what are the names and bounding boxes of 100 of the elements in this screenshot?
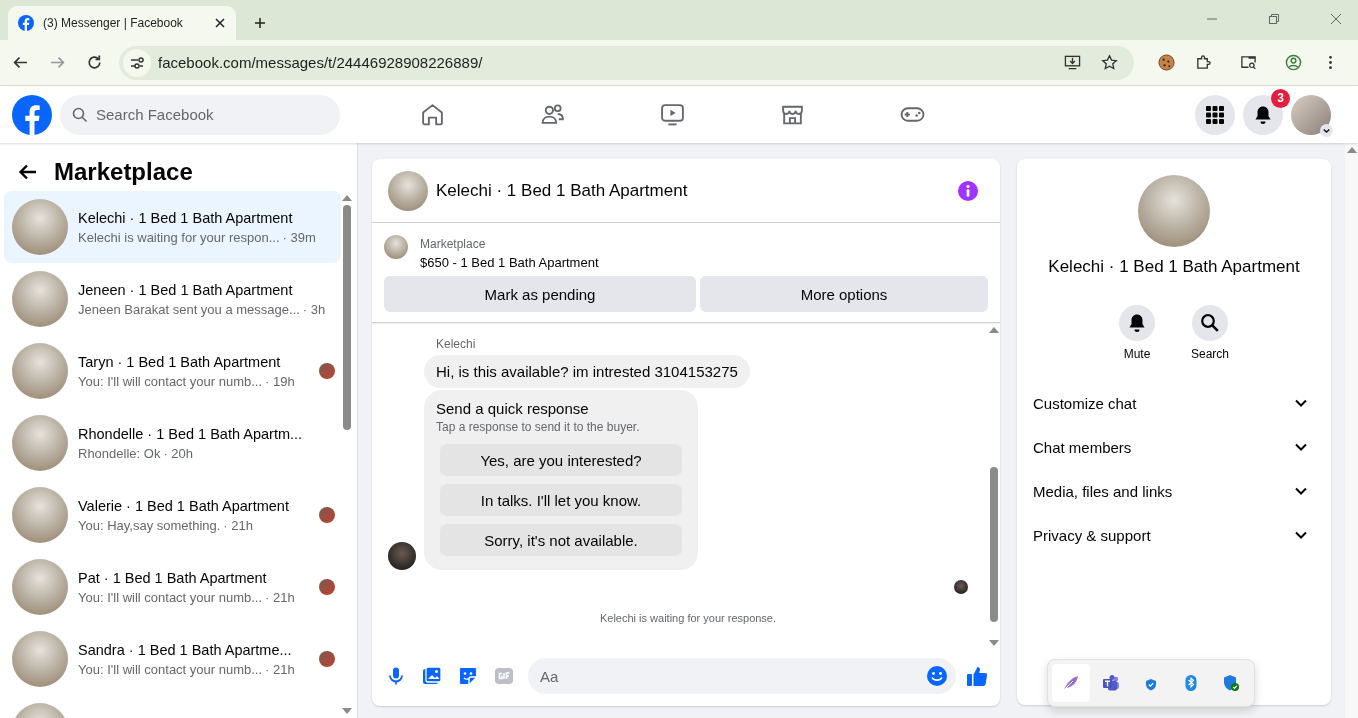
section-header[interactable]: Chat members [1025,425,1323,469]
timestamp: · 3h [302,301,326,317]
cookie-icon[interactable] [1158,54,1175,71]
teams-icon[interactable] [1102,674,1120,692]
feather-icon[interactable] [1062,674,1080,692]
forward-icon[interactable] [49,54,66,71]
home-icon[interactable] [420,102,445,127]
scrollbar[interactable] [1345,143,1358,718]
thumbs-up-icon[interactable] [966,665,988,687]
install-app-icon[interactable] [1064,54,1081,71]
search-icon [72,106,88,123]
notification-badge: 3 [1271,88,1290,108]
timestamp: · 20h [163,445,194,461]
avatar [12,343,68,399]
conversation-item[interactable]: Valerie · 1 Bed 1 Bath Apartment You: Hay,say something. · 21h [4,479,341,551]
conversation-item[interactable]: Taryn · 1 Bed 1 Bath Apartment You: I'll will contact your numb... · 19h [4,335,341,407]
close-icon[interactable] [214,17,226,29]
avatar [12,487,68,543]
action-label: Mute [1123,347,1151,361]
section-header[interactable]: Customize chat [1025,381,1323,425]
browser-tab[interactable]: (3) Messenger | Facebook [8,6,236,40]
message-preview: You: I'll will contact your numb... [78,661,263,677]
listing-button[interactable]: Mark as pending [384,276,696,312]
tab-search-icon[interactable] [1240,54,1257,71]
search-field[interactable]: Search Facebook [60,94,340,135]
profile-icon[interactable] [1285,54,1302,71]
new-tab-icon[interactable] [254,17,266,29]
menu-button[interactable] [1195,94,1235,135]
video-icon[interactable] [660,102,685,127]
status-text: Kelechi is waiting for your response. [598,612,778,624]
restore-icon[interactable] [1268,13,1280,25]
seen-avatar [954,580,968,594]
caret-icon[interactable] [1320,123,1333,137]
bluetooth-icon[interactable] [1182,674,1200,692]
conversation-item[interactable]: Sandra · 1 Bed 1 Bath Apartme... You: I'll will contact your numb... · 21h [4,623,341,695]
section-header[interactable]: Media, files and links [1025,469,1323,513]
back-icon[interactable] [12,54,29,71]
timestamp: · 21h [265,661,295,677]
quick-reply-button[interactable]: In talks. I'll let you know. [440,484,682,516]
sticker-icon[interactable] [458,666,478,686]
reload-icon[interactable] [86,54,103,71]
chat-title: Kelechi · 1 Bed 1 Bath Apartment [436,180,689,201]
search-icon [1200,313,1220,333]
bell-icon [1253,104,1273,125]
quick-reply-button[interactable]: Sorry, it's not available. [440,524,682,556]
sidebar-title: Marketplace [54,158,193,186]
image-icon[interactable] [422,666,442,686]
conversation-title: Valerie · 1 Bed 1 Bath Apartment [78,497,290,514]
notifications-button[interactable] [1243,94,1283,135]
message-preview: You: I'll will contact your numb... [78,589,263,605]
search-button[interactable] [1192,305,1228,341]
conversation-title: Pat · 1 Bed 1 Bath Apartment [78,569,268,586]
timestamp: · 21h [223,517,253,533]
mute-button[interactable] [1119,305,1155,341]
avatar [388,170,428,211]
avatar [12,271,68,327]
sender-name: Kelechi [436,337,477,351]
action-label: Search [1191,347,1229,361]
quick-response-title: Send a quick response [436,400,590,417]
timestamp: · 19h [265,373,295,389]
address-bar[interactable]: facebook.com/messages/t/24446928908226889/ [119,45,1134,80]
site-settings-icon[interactable] [123,48,151,77]
message-preview: Kelechi is waiting for your respon... [78,229,280,245]
section-header[interactable]: Privacy & support [1025,513,1323,557]
avatar [12,199,68,255]
conversation-item[interactable]: Rhondelle · 1 Bed 1 Bath Apartm... Rhondelle: Ok · 20h [4,407,341,479]
conversation-title: Taryn · 1 Bed 1 Bath Apartment [78,353,282,370]
avatar [388,542,416,570]
message-preview: Jeneen Barakat sent you a message... [78,301,300,317]
listing-title[interactable]: $650 - 1 Bed 1 Bath Apartment [420,255,599,270]
avatar [12,415,68,471]
conversation-item[interactable]: Pat · 1 Bed 1 Bath Apartment You: I'll will contact your numb... · 21h [4,551,341,623]
conversation-title: Rhondelle · 1 Bed 1 Bath Apartm... [78,425,304,442]
microphone-icon[interactable] [386,666,406,686]
star-icon[interactable] [1101,54,1118,71]
listing-photo-placeholder [384,235,408,259]
quick-response-subtitle: Tap a response to send it to the buyer. [436,420,641,434]
listing-label: Marketplace [420,237,487,251]
message-preview: You: Hay,say something. [78,517,221,533]
friends-icon[interactable] [540,102,565,127]
security-shield-icon[interactable] [1222,674,1240,692]
extensions-icon[interactable] [1195,54,1212,71]
timestamp: · 39m [282,229,316,245]
message-preview: You: I'll will contact your numb... [78,373,263,389]
avatar [12,631,68,687]
facebook-logo-icon[interactable] [12,94,52,135]
timestamp: · 21h [265,589,295,605]
avatar [12,559,68,615]
emoji-icon[interactable] [926,665,948,687]
conversation-item[interactable]: Kelechi · 1 Bed 1 Bath Apartment Kelechi is waiting for your respon... · 39m [4,191,341,263]
back-arrow-icon[interactable] [18,162,38,182]
message-preview: Rhondelle: Ok [78,445,161,461]
info-icon[interactable] [958,180,978,201]
contact-name: Kelechi · 1 Bed 1 Bath Apartment [1048,257,1300,277]
bell-icon [1127,313,1147,333]
quick-reply-button[interactable]: Yes, are you interested? [440,444,682,476]
conversation-item[interactable]: Jeneen · 1 Bed 1 Bath Apartment Jeneen Barakat sent you a message... · 3h [4,263,341,335]
listing-button[interactable]: More options [700,276,988,312]
message-field[interactable]: Aa [528,658,956,694]
conversation-title: Kelechi · 1 Bed 1 Bath Apartment [78,209,294,226]
